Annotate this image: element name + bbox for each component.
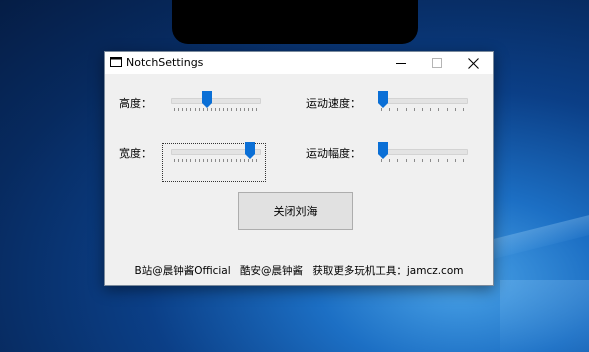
slider-tick xyxy=(430,159,431,162)
slider-tick xyxy=(203,108,204,111)
slider-tick xyxy=(186,159,187,162)
slider-tick xyxy=(195,108,196,111)
width-label: 宽度： xyxy=(119,147,152,160)
slider-tick xyxy=(463,108,464,111)
maximize-icon xyxy=(432,58,442,68)
height-slider-thumb[interactable] xyxy=(202,91,213,108)
speed-slider-ticks xyxy=(378,108,466,112)
slider-tick xyxy=(406,159,407,162)
slider-tick xyxy=(414,159,415,162)
slider-tick xyxy=(236,108,237,111)
minimize-button[interactable] xyxy=(383,52,419,74)
slider-tick xyxy=(223,108,224,111)
bilibili-credit: B站@晨钟酱Official xyxy=(134,265,231,277)
slider-tick xyxy=(252,159,253,162)
close-button[interactable] xyxy=(455,52,491,74)
slider-tick xyxy=(199,159,200,162)
slider-tick xyxy=(455,108,456,111)
slider-tick xyxy=(182,108,183,111)
minimize-icon xyxy=(396,63,406,64)
slider-tick xyxy=(240,108,241,111)
slider-tick xyxy=(414,108,415,111)
slider-tick xyxy=(244,108,245,111)
close-notch-button[interactable]: 关闭刘海 xyxy=(238,192,353,230)
slider-tick xyxy=(422,159,423,162)
window-app-icon xyxy=(110,57,122,67)
slider-tick xyxy=(211,159,212,162)
slider-tick xyxy=(256,159,257,162)
height-label: 高度： xyxy=(119,97,152,110)
slider-tick xyxy=(389,108,390,111)
slider-tick xyxy=(447,108,448,111)
slider-tick xyxy=(207,108,208,111)
slider-tick xyxy=(244,159,245,162)
slider-tick xyxy=(248,159,249,162)
amplitude-label: 运动幅度： xyxy=(306,147,361,160)
width-slider-ticks xyxy=(171,159,259,163)
slider-tick xyxy=(195,159,196,162)
close-icon xyxy=(467,57,479,69)
title-bar[interactable]: NotchSettings xyxy=(105,52,493,74)
slider-tick xyxy=(397,159,398,162)
slider-tick xyxy=(215,108,216,111)
amplitude-slider-thumb[interactable] xyxy=(378,142,388,159)
slider-tick xyxy=(422,108,423,111)
slider-tick xyxy=(389,159,390,162)
slider-tick xyxy=(430,108,431,111)
amplitude-slider-track xyxy=(378,149,468,155)
height-slider-ticks xyxy=(171,108,259,112)
slider-tick xyxy=(186,108,187,111)
slider-tick xyxy=(397,108,398,111)
slider-tick xyxy=(219,159,220,162)
speed-slider-thumb[interactable] xyxy=(378,91,388,108)
slider-tick xyxy=(190,108,191,111)
slider-tick xyxy=(207,159,208,162)
width-slider-thumb[interactable] xyxy=(245,142,256,159)
slider-tick xyxy=(174,108,175,111)
slider-tick xyxy=(406,108,407,111)
coolapk-credit: 酷安@晨钟酱 xyxy=(240,265,304,277)
slider-tick xyxy=(231,108,232,111)
amplitude-slider-ticks xyxy=(378,159,466,163)
slider-tick xyxy=(178,159,179,162)
slider-tick xyxy=(381,159,382,162)
slider-tick xyxy=(211,108,212,111)
slider-tick xyxy=(190,159,191,162)
slider-tick xyxy=(447,159,448,162)
desktop-light-beam xyxy=(500,280,589,352)
slider-tick xyxy=(223,159,224,162)
slider-tick xyxy=(438,159,439,162)
slider-tick xyxy=(463,159,464,162)
more-tools-link[interactable]: 获取更多玩机工具：jamcz.com xyxy=(312,265,463,277)
maximize-button[interactable] xyxy=(419,52,455,74)
slider-tick xyxy=(203,159,204,162)
slider-tick xyxy=(455,159,456,162)
slider-tick xyxy=(227,108,228,111)
slider-tick xyxy=(381,108,382,111)
slider-tick xyxy=(240,159,241,162)
slider-tick xyxy=(256,108,257,111)
screen-notch xyxy=(172,0,418,44)
slider-tick xyxy=(438,108,439,111)
slider-tick xyxy=(199,108,200,111)
footer-credits: B站@晨钟酱Official 酷安@晨钟酱 获取更多玩机工具：jamcz.com xyxy=(105,263,493,278)
window-title: NotchSettings xyxy=(126,56,204,69)
speed-slider-track xyxy=(378,98,468,104)
slider-tick xyxy=(215,159,216,162)
speed-label: 运动速度： xyxy=(306,97,361,110)
slider-tick xyxy=(236,159,237,162)
slider-tick xyxy=(252,108,253,111)
slider-tick xyxy=(178,108,179,111)
slider-tick xyxy=(182,159,183,162)
slider-tick xyxy=(174,159,175,162)
notch-settings-window: NotchSettings 高度： 运动速度： 宽度： 运动幅度： 关闭刘海 B… xyxy=(104,51,494,286)
slider-tick xyxy=(219,108,220,111)
slider-tick xyxy=(231,159,232,162)
slider-tick xyxy=(227,159,228,162)
slider-tick xyxy=(248,108,249,111)
height-slider-track xyxy=(171,98,261,104)
